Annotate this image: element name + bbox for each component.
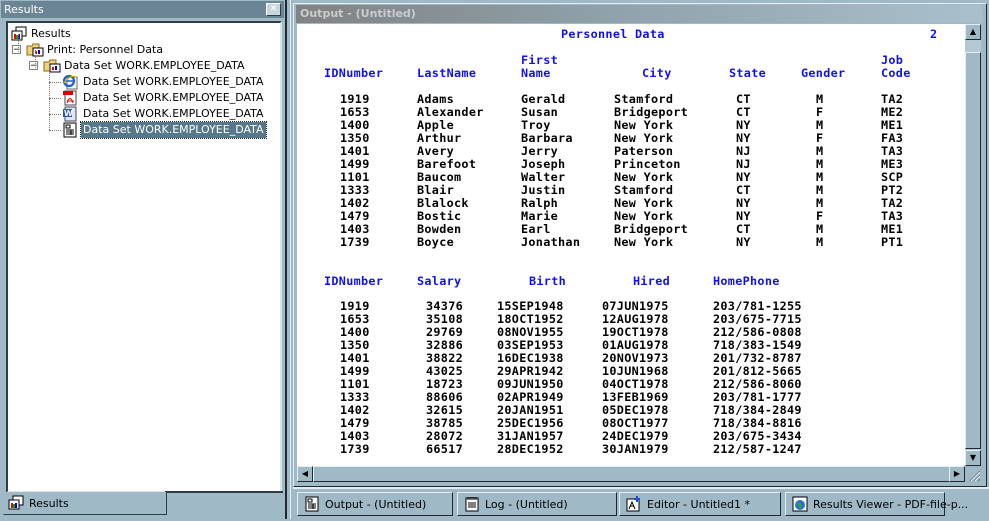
vertical-scrollbar[interactable]: ▲ ▼	[965, 24, 981, 466]
table-cell: New York	[614, 235, 674, 249]
table-cell: 212/587-1247	[713, 442, 802, 456]
scroll-right-button[interactable]: ▶	[949, 466, 965, 482]
tab-results-label: Results	[29, 497, 69, 510]
resize-grip-icon[interactable]	[965, 466, 981, 482]
tree-node-label[interactable]: Print: Personnel Data	[45, 42, 165, 58]
tree-node-label[interactable]: Data Set WORK.EMPLOYEE_DATA	[81, 90, 266, 106]
column-header: City	[642, 66, 672, 80]
column-header: HomePhone	[713, 274, 780, 288]
horizontal-scroll-thumb[interactable]	[313, 466, 963, 482]
table-cell: 28DEC1952	[497, 442, 564, 456]
listing-icon	[62, 122, 78, 138]
results-tree: Results − Print: Personnel Data − Data Set W…	[6, 21, 282, 493]
taskbar-button-editor[interactable]: Editor - Untitled1 *	[619, 492, 781, 516]
window-taskbar: Output - (Untitled) Log - (Untitled) Edito…	[293, 487, 989, 521]
table-cell: M	[816, 235, 824, 249]
tab-strip-divider	[165, 491, 283, 493]
horizontal-scrollbar[interactable]: ◀ ▶	[297, 466, 965, 482]
tree-connector	[49, 114, 61, 115]
pdf-icon	[62, 90, 78, 106]
taskbar-button-log[interactable]: Log - (Untitled)	[457, 492, 617, 516]
tree-node[interactable]: − Print: Personnel Data	[8, 42, 278, 58]
table-cell: Boyce	[417, 235, 455, 249]
results-pane-title: Results	[4, 3, 44, 16]
page-number: 2	[930, 27, 938, 41]
column-header: State	[729, 66, 767, 80]
scroll-left-button[interactable]: ◀	[297, 466, 313, 482]
scroll-up-button[interactable]: ▲	[965, 24, 981, 40]
output-window-title-bar[interactable]: Output - (Untitled)	[296, 5, 982, 23]
tree-connector	[49, 98, 61, 99]
output-icon	[304, 496, 320, 512]
table-cell: 30JAN1979	[602, 442, 669, 456]
close-icon[interactable]: ✕	[266, 3, 281, 16]
output-window-title: Output - (Untitled)	[300, 7, 416, 20]
taskbar-button-label: Editor - Untitled1 *	[647, 498, 751, 511]
log-icon	[464, 496, 480, 512]
table-cell: 66517	[426, 442, 464, 456]
taskbar-button-results-viewer[interactable]: Results Viewer - PDF-file-p...	[785, 492, 968, 516]
tree-connector	[18, 34, 19, 52]
html-ie-icon	[62, 74, 78, 90]
column-header: IDNumber	[324, 274, 384, 288]
column-header: Name	[521, 66, 551, 80]
column-header: Hired	[633, 274, 671, 288]
column-header: IDNumber	[324, 66, 384, 80]
vertical-scroll-thumb[interactable]	[965, 52, 981, 449]
pane-splitter[interactable]	[285, 0, 291, 519]
taskbar-button-label: Output - (Untitled)	[325, 498, 427, 511]
output-window: Output - (Untitled) Personnel Data 2 IDN…	[293, 3, 987, 487]
results-viewer-icon	[792, 496, 808, 512]
column-header: Salary	[417, 274, 462, 288]
tree-connector	[35, 50, 36, 68]
results-pane-title-bar: Results ✕	[1, 1, 284, 18]
output-listing: Personnel Data 2 IDNumber LastName First Na…	[297, 24, 965, 466]
table-cell: NY	[736, 235, 751, 249]
tree-node-label[interactable]: Data Set WORK.EMPLOYEE_DATA	[81, 106, 266, 122]
tree-connector	[49, 130, 61, 131]
tree-node[interactable]: Results	[8, 26, 278, 42]
folder-output-icon	[43, 58, 61, 74]
collapse-toggle-icon[interactable]: −	[12, 45, 21, 55]
report-title: Personnel Data	[561, 27, 665, 41]
table-cell: 1739	[340, 442, 370, 456]
svg-text:W: W	[64, 109, 73, 118]
tree-connector	[49, 82, 61, 83]
taskbar-button-label: Results Viewer - PDF-file-p...	[813, 498, 969, 511]
table-cell: Jonathan	[521, 235, 581, 249]
results-icon	[11, 26, 27, 42]
tab-results[interactable]: Results	[3, 492, 167, 515]
table-cell: PT1	[881, 235, 904, 249]
folder-output-icon	[26, 42, 44, 58]
tree-node-label[interactable]: Data Set WORK.EMPLOYEE_DATA	[80, 121, 267, 139]
column-header: Code	[881, 66, 911, 80]
column-header: Gender	[801, 66, 846, 80]
rtf-word-icon: W	[62, 106, 78, 122]
column-header: Birth	[529, 274, 567, 288]
taskbar-button-label: Log - (Untitled)	[485, 498, 568, 511]
tree-node-label[interactable]: Data Set WORK.EMPLOYEE_DATA	[81, 74, 266, 90]
taskbar-button-output[interactable]: Output - (Untitled)	[297, 492, 453, 516]
results-pane: Results ✕ Results − Print: Personnel Data −…	[0, 0, 287, 519]
editor-icon	[626, 496, 642, 512]
table-cell: 1739	[340, 235, 370, 249]
column-header: LastName	[417, 66, 477, 80]
tree-node-label[interactable]: Results	[29, 26, 73, 42]
collapse-toggle-icon[interactable]: −	[29, 61, 38, 71]
tree-node-label[interactable]: Data Set WORK.EMPLOYEE_DATA	[62, 58, 247, 74]
scroll-down-button[interactable]: ▼	[965, 450, 981, 466]
results-icon	[8, 495, 24, 511]
tree-connector	[49, 66, 50, 130]
